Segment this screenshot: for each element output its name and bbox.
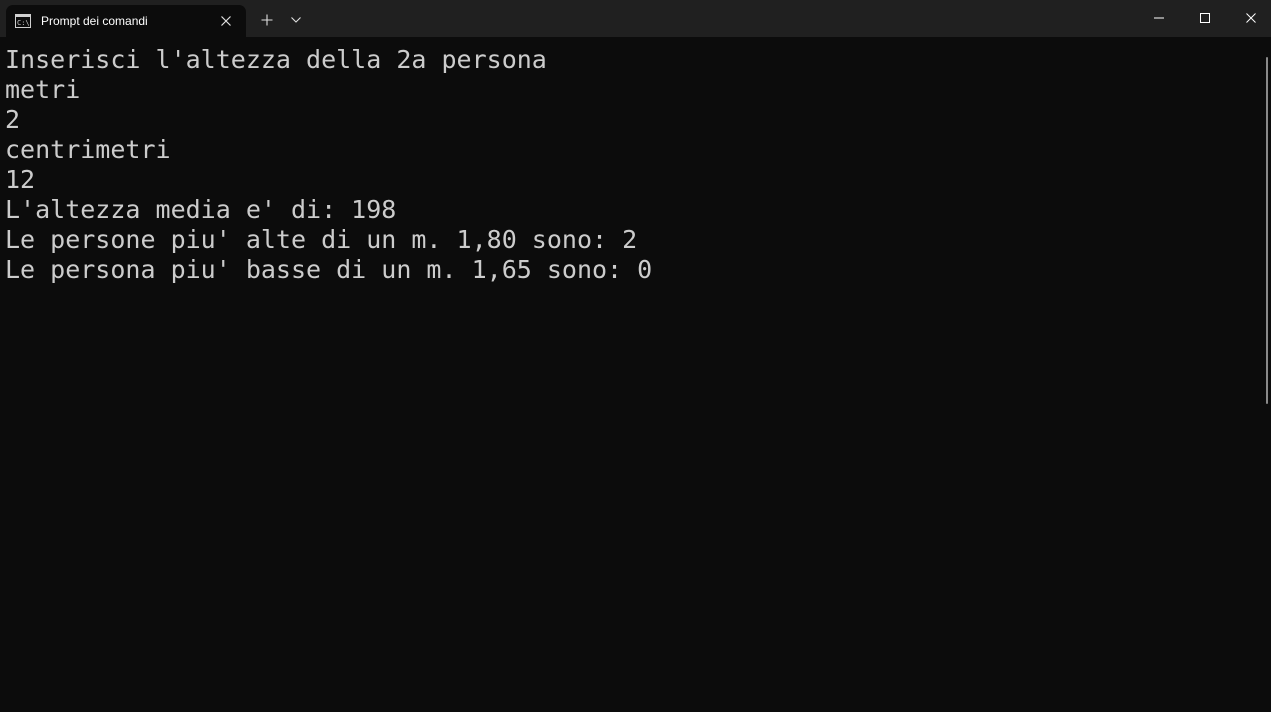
close-icon	[1246, 13, 1256, 23]
output-line: 2	[5, 105, 21, 134]
title-bar[interactable]: C:\ Prompt dei comandi	[0, 0, 1271, 37]
output-line: L'altezza media e' di: 198	[5, 195, 397, 224]
new-tab-button[interactable]	[254, 5, 280, 35]
output-line: metri	[5, 75, 81, 104]
maximize-icon	[1200, 13, 1210, 23]
plus-icon	[261, 14, 273, 26]
output-line: 12	[5, 165, 36, 194]
terminal-output[interactable]: Inserisci l'altezza della 2a persona met…	[0, 37, 1262, 712]
cmd-icon: C:\	[15, 14, 31, 28]
tab-title: Prompt dei comandi	[41, 14, 148, 28]
svg-text:C:\: C:\	[17, 19, 30, 27]
close-icon	[221, 16, 231, 26]
chevron-down-icon	[291, 17, 301, 23]
close-window-button[interactable]	[1228, 0, 1271, 36]
maximize-button[interactable]	[1182, 0, 1228, 36]
minimize-button[interactable]	[1136, 0, 1182, 36]
vertical-scrollbar[interactable]	[1262, 37, 1271, 712]
output-line: Le persona piu' basse di un m. 1,65 sono…	[5, 255, 653, 284]
tab-prompt-dei-comandi[interactable]: C:\ Prompt dei comandi	[6, 5, 246, 37]
output-line: centrimetri	[5, 135, 171, 164]
terminal-window: C:\ Prompt dei comandi Inserisci l'altez…	[0, 0, 1271, 712]
scrollbar-thumb[interactable]	[1266, 57, 1268, 404]
close-tab-button[interactable]	[216, 11, 236, 31]
output-line: Inserisci l'altezza della 2a persona	[5, 45, 547, 74]
tab-dropdown-button[interactable]	[284, 5, 308, 35]
output-line: Le persone piu' alte di un m. 1,80 sono:…	[5, 225, 638, 254]
minimize-icon	[1154, 17, 1164, 19]
